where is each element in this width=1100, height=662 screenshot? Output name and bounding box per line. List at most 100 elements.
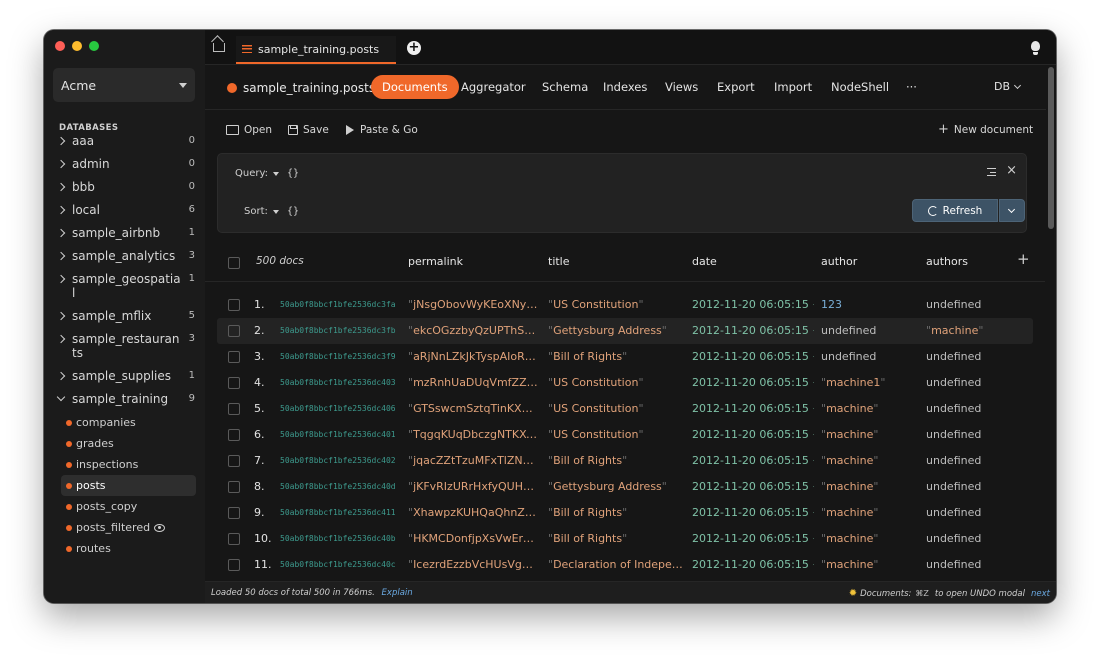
new-document-button[interactable]: + New document xyxy=(938,123,1033,136)
cell-id[interactable]: 50ab0f8bbcf1bfe2536dc40b xyxy=(280,534,400,543)
cell-date[interactable]: 2012-11-20 06:05:15 +... xyxy=(692,324,814,337)
cell-title[interactable]: "Bill of Rights" xyxy=(548,350,684,363)
cell-permalink[interactable]: "IcezrdEzzbVcHUsVgbPB" xyxy=(408,558,538,571)
cell-authors[interactable]: undefined xyxy=(926,376,1022,389)
sidebar-db-aaa[interactable]: aaa 0 xyxy=(44,134,205,148)
table-row[interactable]: 2. 50ab0f8bbcf1bfe2536dc3fb "ekcOGzzbyQzUP… xyxy=(217,318,1033,344)
tab-collection[interactable]: sample_training.posts xyxy=(236,36,396,64)
tab-views[interactable]: Views xyxy=(665,75,698,99)
table-row[interactable]: 9. 50ab0f8bbcf1bfe2536dc411 "XhawpzKUHQaQh… xyxy=(205,500,1045,526)
column-header-authors[interactable]: authors xyxy=(926,255,968,268)
sidebar-db-sample-restaurants[interactable]: sample_restaurants 3 xyxy=(44,332,205,360)
cell-id[interactable]: 50ab0f8bbcf1bfe2536dc411 xyxy=(280,508,400,517)
cell-author[interactable]: "machine" xyxy=(821,402,917,415)
cell-author[interactable]: "machine" xyxy=(821,454,917,467)
cell-permalink[interactable]: "TqgqKUqDbczgNTKXOj..." xyxy=(408,428,538,441)
sidebar-collection-inspections[interactable]: inspections xyxy=(61,454,196,475)
table-row[interactable]: 5. 50ab0f8bbcf1bfe2536dc406 "GTSswcmSztqTi… xyxy=(205,396,1045,422)
tab-export[interactable]: Export xyxy=(717,75,755,99)
row-checkbox[interactable] xyxy=(228,351,240,363)
cell-permalink[interactable]: "jKFvRIzURrHxfyQUHpPc" xyxy=(408,480,538,493)
row-checkbox[interactable] xyxy=(228,455,240,467)
sidebar-db-sample-mflix[interactable]: sample_mflix 5 xyxy=(44,309,205,323)
new-tab-icon[interactable]: + xyxy=(407,41,421,55)
sort-mode-select[interactable]: Sort: xyxy=(244,206,279,217)
more-tabs-button[interactable]: ··· xyxy=(906,75,917,99)
table-row[interactable]: 1. 50ab0f8bbcf1bfe2536dc3fa "jNsgObovWyKEo… xyxy=(205,292,1045,318)
table-row[interactable]: 11. 50ab0f8bbcf1bfe2536dc40c "IcezrdEzzbVc… xyxy=(205,552,1045,578)
row-checkbox[interactable] xyxy=(228,429,240,441)
close-icon[interactable]: × xyxy=(1006,163,1017,178)
cell-authors[interactable]: undefined xyxy=(926,532,1022,545)
sidebar-db-bbb[interactable]: bbb 0 xyxy=(44,180,205,194)
cell-date[interactable]: 2012-11-20 06:05:15 +... xyxy=(692,376,814,389)
cell-date[interactable]: 2012-11-20 06:05:15 +... xyxy=(692,480,814,493)
open-button[interactable]: Open xyxy=(226,124,272,136)
cell-permalink[interactable]: "XhawpzKUHQaQhnZIZ..." xyxy=(408,506,538,519)
lightbulb-icon[interactable] xyxy=(1031,41,1040,55)
cell-id[interactable]: 50ab0f8bbcf1bfe2536dc402 xyxy=(280,456,400,465)
row-checkbox[interactable] xyxy=(228,299,240,311)
cell-title[interactable]: "Bill of Rights" xyxy=(548,506,684,519)
cell-author[interactable]: "machine1" xyxy=(821,376,917,389)
sidebar-collection-routes[interactable]: routes xyxy=(61,538,196,559)
db-switch[interactable]: DB xyxy=(994,80,1022,93)
cell-authors[interactable]: "machine" xyxy=(926,324,1022,337)
column-header-author[interactable]: author xyxy=(821,255,857,268)
column-header-title[interactable]: title xyxy=(548,255,570,268)
cell-title[interactable]: "Bill of Rights" xyxy=(548,532,684,545)
row-checkbox[interactable] xyxy=(228,559,240,571)
explain-link[interactable]: Explain xyxy=(382,588,413,598)
format-icon[interactable] xyxy=(987,168,996,176)
sidebar-collection-posts-copy[interactable]: posts_copy xyxy=(61,496,196,517)
sidebar-db-sample-analytics[interactable]: sample_analytics 3 xyxy=(44,249,205,263)
cell-author[interactable]: "machine" xyxy=(821,506,917,519)
cell-authors[interactable]: undefined xyxy=(926,480,1022,493)
cell-title[interactable]: "US Constitution" xyxy=(548,402,684,415)
cell-id[interactable]: 50ab0f8bbcf1bfe2536dc40c xyxy=(280,560,400,569)
cell-permalink[interactable]: "GTSswcmSztqTinKXDA..." xyxy=(408,402,538,415)
cell-permalink[interactable]: "jqacZZtTzuMFxTlZNkrH" xyxy=(408,454,538,467)
cell-author[interactable]: "machine" xyxy=(821,428,917,441)
cell-id[interactable]: 50ab0f8bbcf1bfe2536dc3fb xyxy=(280,326,400,335)
sidebar-db-local[interactable]: local 6 xyxy=(44,203,205,217)
cell-title[interactable]: "US Constitution" xyxy=(548,298,684,311)
cell-author[interactable]: undefined xyxy=(821,324,917,337)
home-icon[interactable] xyxy=(213,43,225,52)
cell-permalink[interactable]: "ekcOGzzbyQzUPThSxR..." xyxy=(408,324,538,337)
save-button[interactable]: Save xyxy=(288,124,329,136)
org-select[interactable]: Acme xyxy=(53,68,195,102)
tab-indexes[interactable]: Indexes xyxy=(603,75,647,99)
sidebar-collection-companies[interactable]: companies xyxy=(61,412,196,433)
cell-permalink[interactable]: "aRjNnLZkJkTyspAIoRGe" xyxy=(408,350,538,363)
cell-id[interactable]: 50ab0f8bbcf1bfe2536dc406 xyxy=(280,404,400,413)
tab-documents[interactable]: Documents xyxy=(371,75,459,99)
cell-authors[interactable]: undefined xyxy=(926,350,1022,363)
cell-permalink[interactable]: "jNsgObovWyKEoXNydtis" xyxy=(408,298,538,311)
cell-title[interactable]: "Gettysburg Address" xyxy=(548,324,684,337)
cell-permalink[interactable]: "mzRnhUaDUqVmfZZaP..." xyxy=(408,376,538,389)
cell-authors[interactable]: undefined xyxy=(926,428,1022,441)
cell-title[interactable]: "US Constitution" xyxy=(548,428,684,441)
row-checkbox[interactable] xyxy=(228,481,240,493)
refresh-button[interactable]: Refresh xyxy=(912,199,998,222)
cell-title[interactable]: "Gettysburg Address" xyxy=(548,480,684,493)
cell-date[interactable]: 2012-11-20 06:05:15 +... xyxy=(692,454,814,467)
tab-import[interactable]: Import xyxy=(774,75,812,99)
cell-id[interactable]: 50ab0f8bbcf1bfe2536dc401 xyxy=(280,430,400,439)
table-row[interactable]: 4. 50ab0f8bbcf1bfe2536dc403 "mzRnhUaDUqVmf… xyxy=(205,370,1045,396)
cell-title[interactable]: "US Constitution" xyxy=(548,376,684,389)
cell-author[interactable]: "machine" xyxy=(821,558,917,571)
cell-date[interactable]: 2012-11-20 06:05:15 +... xyxy=(692,298,814,311)
sort-input[interactable]: {} xyxy=(287,206,299,217)
sidebar-collection-posts-filtered[interactable]: posts_filtered xyxy=(61,517,196,538)
row-checkbox[interactable] xyxy=(228,325,240,337)
query-input[interactable]: {} xyxy=(287,168,299,179)
cell-authors[interactable]: undefined xyxy=(926,298,1022,311)
cell-permalink[interactable]: "HKMCDonfjpXsVwErqiCL" xyxy=(408,532,538,545)
row-checkbox[interactable] xyxy=(228,507,240,519)
cell-author[interactable]: undefined xyxy=(821,350,917,363)
cell-id[interactable]: 50ab0f8bbcf1bfe2536dc3fa xyxy=(280,300,400,309)
sidebar-db-sample-airbnb[interactable]: sample_airbnb 1 xyxy=(44,226,205,240)
scroll-thumb[interactable] xyxy=(1048,67,1054,229)
